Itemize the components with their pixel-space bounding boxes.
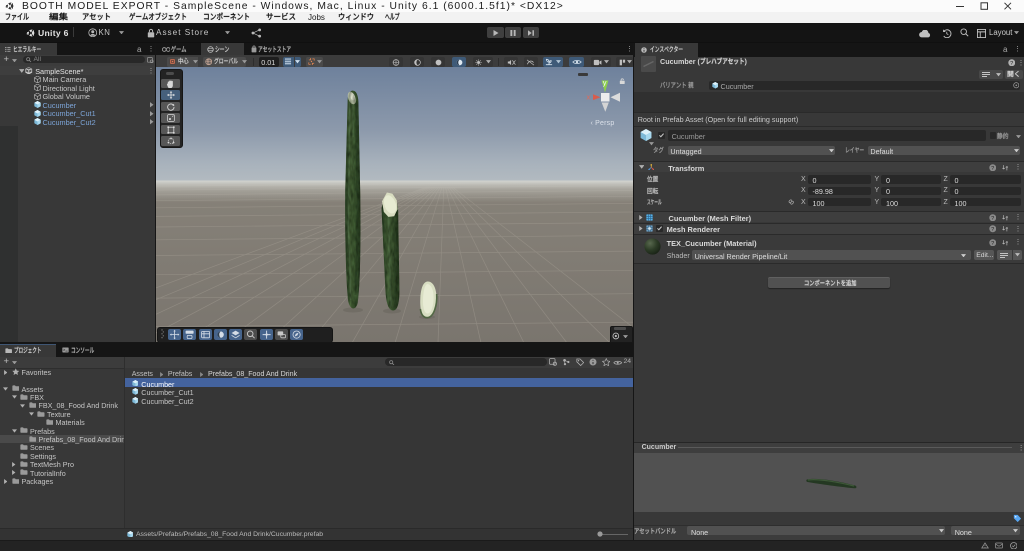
svg-text:?: ? bbox=[991, 216, 994, 222]
svg-text:?: ? bbox=[1010, 61, 1013, 67]
svg-text:x: x bbox=[587, 93, 591, 102]
svg-text:y: y bbox=[603, 78, 607, 87]
svg-text:?: ? bbox=[991, 241, 994, 247]
svg-text:?: ? bbox=[991, 166, 994, 172]
svg-text:?: ? bbox=[991, 227, 994, 233]
